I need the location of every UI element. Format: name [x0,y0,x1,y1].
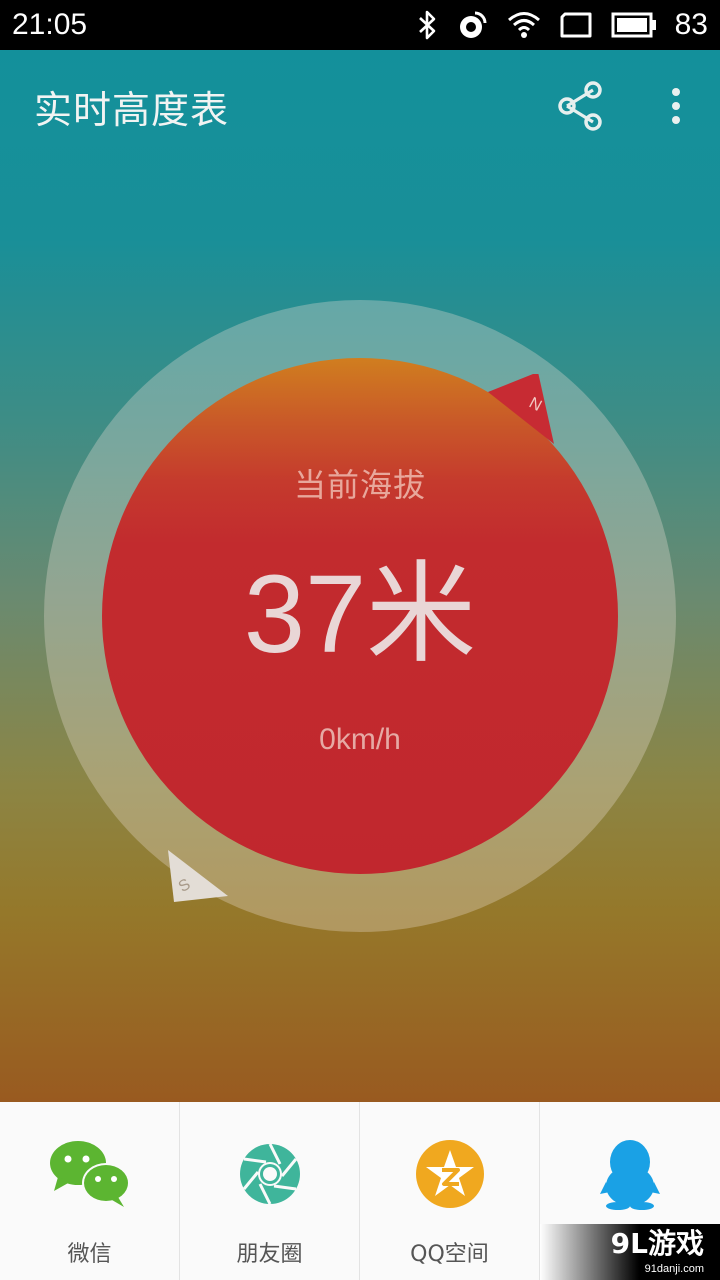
share-qzone-label: QQ空间 [410,1242,489,1267]
watermark-url: 91danji.com [644,1263,704,1275]
more-vert-dot [672,102,680,110]
share-wechat-label: 微信 [67,1242,112,1267]
wechat-icon-wrap [48,1136,132,1212]
share-button[interactable] [555,80,607,132]
qq-icon-wrap [588,1136,672,1212]
altitude-label: 当前海拔 [293,466,426,504]
status-bar: 21:05 83 [0,0,720,50]
tablet-icon [560,12,592,38]
more-vert-dot [672,116,680,124]
share-icon [558,81,602,131]
qq-icon [600,1140,660,1210]
wifi-icon [507,12,540,38]
qzone-icon [415,1140,484,1208]
share-qzone[interactable]: QQ空间 [360,1102,540,1280]
bluetooth-icon [418,10,435,40]
wechat-icon [49,1141,130,1207]
battery-icon [611,12,656,38]
watermark-logo: 9L游戏 [610,1227,704,1260]
share-moments-label: 朋友圈 [236,1242,303,1267]
moments-icon-wrap [228,1136,312,1212]
more-options-button[interactable] [660,84,692,128]
location-icon [459,11,487,38]
status-time: 21:05 [12,8,88,41]
share-wechat[interactable]: 微信 [0,1102,180,1280]
battery-level: 83 [674,8,708,41]
more-vert-icon [672,88,680,96]
qzone-icon-wrap [408,1136,492,1212]
compass-north-marker: N [488,374,554,444]
altitude-value: 37米 [243,553,477,676]
page-title: 实时高度表 [34,87,230,132]
moments-icon [239,1143,300,1205]
compass-south-marker: S [168,850,228,902]
speed-value: 0km/h [319,723,401,756]
share-moments[interactable]: 朋友圈 [180,1102,360,1280]
site-watermark: 9L游戏 91danji.com [540,1224,720,1280]
app-toolbar: 实时高度表 [0,50,720,162]
status-icons: 83 [417,8,708,42]
